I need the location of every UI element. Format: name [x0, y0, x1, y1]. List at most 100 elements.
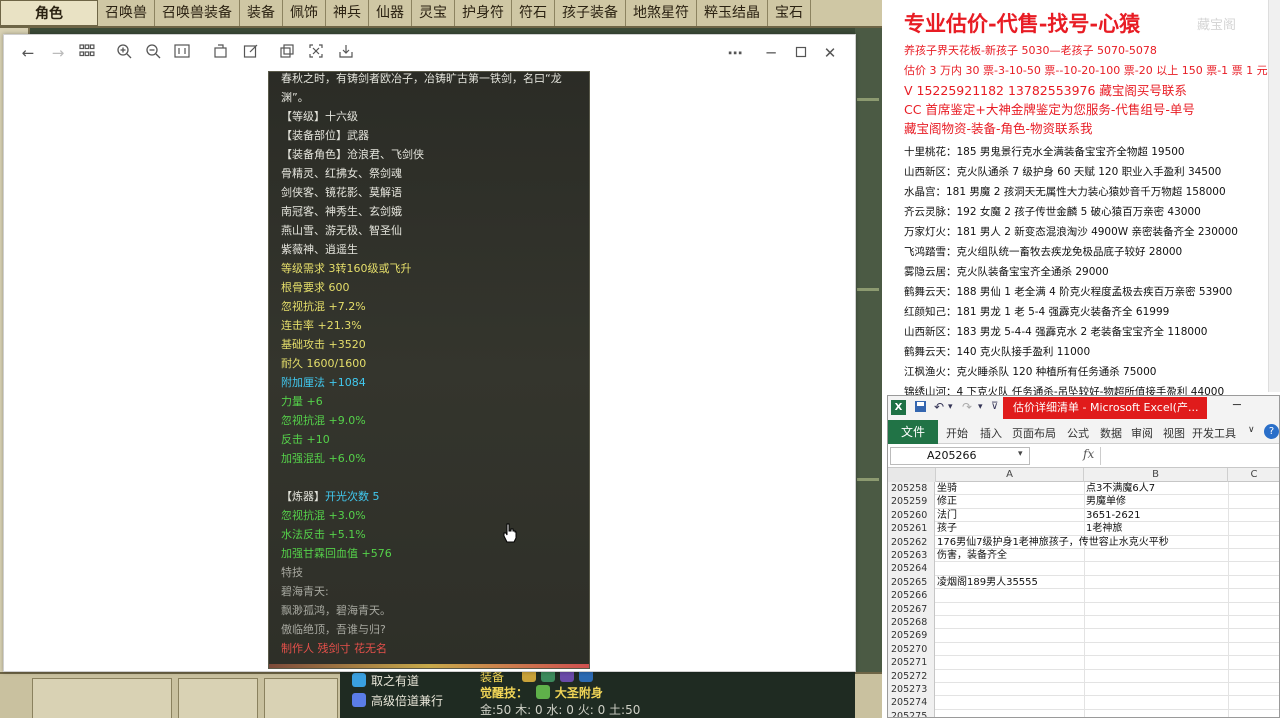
redo-icon[interactable]: ↷ [962, 400, 972, 414]
game-tab[interactable]: 佩饰 [283, 0, 326, 26]
zoom-out-icon[interactable] [143, 43, 163, 63]
rotate-icon[interactable] [211, 43, 231, 63]
select-all-corner[interactable] [888, 468, 936, 482]
table-row[interactable]: 205270 [888, 642, 1279, 657]
save-icon[interactable] [336, 43, 356, 63]
arrow-left-icon[interactable]: ← [18, 43, 38, 63]
row-number[interactable]: 205270 [888, 642, 935, 657]
save-icon[interactable] [914, 400, 927, 416]
row-number[interactable]: 205271 [888, 656, 935, 670]
game-tab[interactable]: 孩子装备 [555, 0, 626, 26]
game-tab[interactable]: 符石 [512, 0, 555, 26]
fx-icon[interactable]: fx [1083, 447, 1094, 461]
table-row[interactable]: 205265 凌烟阁189男人35555 [888, 575, 1279, 590]
row-number[interactable]: 205259 [888, 495, 935, 509]
ribbon-tab[interactable]: 审阅 [1131, 425, 1153, 441]
chevron-down-icon[interactable]: ▾ [1018, 449, 1023, 459]
cell-a[interactable]: 坐骑 [937, 482, 957, 495]
edit-icon[interactable] [241, 43, 261, 63]
row-number[interactable]: 205268 [888, 616, 935, 630]
table-row[interactable]: 205259 修正 男魔单修 [888, 495, 1279, 509]
row-number[interactable]: 205269 [888, 629, 935, 643]
formula-input[interactable] [1100, 447, 1279, 465]
chevron-down-icon[interactable]: ▾ [978, 400, 983, 414]
cell-b[interactable]: 3651-2621 [1086, 509, 1141, 522]
cell-a[interactable]: 伤害，装备齐全 [937, 549, 1007, 562]
game-tab[interactable]: 地煞星符 [626, 0, 697, 26]
ribbon-tab[interactable]: 开始 [946, 425, 968, 441]
row-number[interactable]: 205263 [888, 549, 935, 563]
maximize-icon[interactable] [791, 43, 811, 63]
game-tab[interactable]: 仙器 [369, 0, 412, 26]
fit-icon[interactable] [172, 43, 192, 63]
table-row[interactable]: 205264 [888, 562, 1279, 576]
cell-a[interactable]: 凌烟阁189男人35555 [937, 576, 1038, 589]
arrow-right-icon[interactable]: → [48, 43, 68, 63]
column-header[interactable]: C [1228, 468, 1279, 482]
close-icon[interactable]: ✕ [820, 43, 840, 63]
customize-qa-icon[interactable]: ⊽ [991, 400, 998, 414]
table-row[interactable]: 205266 [888, 589, 1279, 603]
more-icon[interactable]: ⋯ [725, 43, 745, 63]
row-number[interactable]: 205264 [888, 562, 935, 576]
cell-a[interactable]: 孩子 [937, 522, 957, 535]
table-row[interactable]: 205268 [888, 616, 1279, 630]
minimize-icon[interactable]: ─ [761, 43, 781, 63]
game-tab[interactable]: 召唤兽装备 [155, 0, 240, 26]
skill-item[interactable]: 取之有道 [352, 672, 419, 689]
crop-icon[interactable] [306, 43, 326, 63]
table-row[interactable]: 205263 伤害，装备齐全 [888, 549, 1279, 563]
row-number[interactable]: 205261 [888, 522, 935, 536]
row-number[interactable]: 205262 [888, 535, 935, 549]
row-number[interactable]: 205266 [888, 589, 935, 603]
cell-a[interactable]: 176男仙7级护身1老神旅孩子，传世容止水克火平秒 [937, 536, 1169, 549]
row-number[interactable]: 205260 [888, 508, 935, 523]
table-row[interactable]: 205269 [888, 629, 1279, 643]
row-number[interactable]: 205258 [888, 482, 935, 496]
row-number[interactable]: 205275 [888, 709, 935, 717]
game-tab[interactable]: 宝石 [768, 0, 811, 26]
table-row[interactable]: 205271 [888, 656, 1279, 670]
skill-item[interactable]: 高级倍道兼行 [352, 692, 443, 709]
help-icon[interactable]: ? [1264, 424, 1279, 439]
chevron-down-icon[interactable]: ▾ [948, 400, 953, 414]
ribbon-tab[interactable]: 插入 [980, 425, 1002, 441]
row-number[interactable]: 205267 [888, 602, 935, 616]
ribbon-tab[interactable]: 视图 [1163, 425, 1185, 441]
copy-icon[interactable] [277, 43, 297, 63]
game-tab[interactable]: 召唤兽 [98, 0, 155, 26]
column-header[interactable]: B [1084, 468, 1228, 482]
name-box[interactable]: A205266 [890, 447, 1030, 465]
table-row[interactable]: 205273 [888, 683, 1279, 697]
chevron-down-icon[interactable]: ∨ [1248, 425, 1255, 435]
game-tab[interactable]: 装备 [240, 0, 283, 26]
ribbon-tab[interactable]: 公式 [1067, 425, 1089, 441]
undo-icon[interactable]: ↶ [934, 400, 944, 414]
row-number[interactable]: 205274 [888, 696, 935, 710]
game-tab[interactable]: 神兵 [326, 0, 369, 26]
file-tab[interactable]: 文件 [888, 420, 938, 444]
notes-scrollbar[interactable] [1268, 0, 1280, 392]
ribbon-tab[interactable]: 数据 [1100, 425, 1122, 441]
row-number[interactable]: 205265 [888, 575, 935, 590]
table-row[interactable]: 205275 [888, 709, 1279, 717]
table-row[interactable]: 205272 [888, 669, 1279, 683]
awaken-skill[interactable]: 觉醒技： 大圣附身 [480, 684, 603, 701]
table-row[interactable]: 205267 [888, 602, 1279, 616]
cell-a[interactable]: 修正 [937, 495, 957, 508]
table-row[interactable]: 205258 坐骑 点3不满魔6人7 [888, 482, 1279, 496]
game-tab-active[interactable]: 角色 [0, 0, 98, 26]
ribbon-tab[interactable]: 页面布局 [1012, 425, 1056, 441]
table-row[interactable]: 205262 176男仙7级护身1老神旅孩子，传世容止水克火平秒 [888, 535, 1279, 549]
table-row[interactable]: 205261 孩子 1老神旅 [888, 522, 1279, 536]
game-tab[interactable]: 粹玉结晶 [697, 0, 768, 26]
grid-icon[interactable] [77, 43, 97, 63]
cell-b[interactable]: 男魔单修 [1086, 495, 1126, 508]
game-tab[interactable]: 护身符 [455, 0, 512, 26]
ribbon-tab[interactable]: 开发工具 [1192, 425, 1236, 441]
cell-a[interactable]: 法门 [937, 509, 957, 522]
column-header[interactable]: A [936, 468, 1084, 482]
cell-b[interactable]: 1老神旅 [1086, 522, 1122, 535]
game-tab[interactable]: 灵宝 [412, 0, 455, 26]
zoom-in-icon[interactable] [114, 43, 134, 63]
